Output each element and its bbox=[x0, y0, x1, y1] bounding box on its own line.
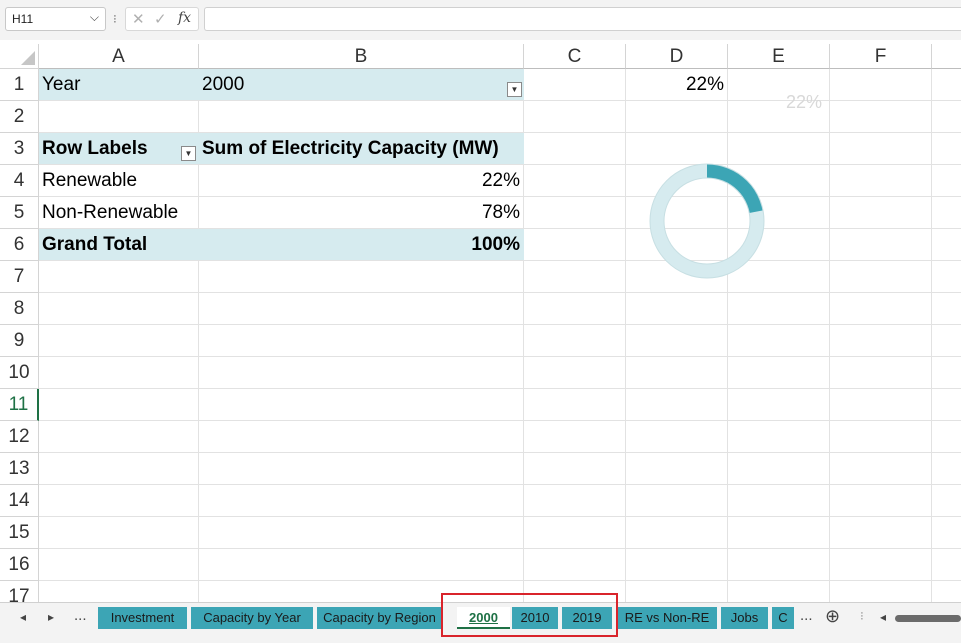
row-header[interactable]: 10 bbox=[0, 357, 39, 389]
column-header-b[interactable]: B bbox=[199, 44, 524, 69]
highlight-box bbox=[441, 593, 618, 637]
row-header[interactable]: 14 bbox=[0, 485, 39, 517]
pivot-row-label[interactable]: Non-Renewable bbox=[42, 197, 178, 229]
row-header[interactable]: 3 bbox=[0, 133, 39, 165]
row-header[interactable]: 7 bbox=[0, 261, 39, 293]
scroll-left-icon[interactable]: ◂ bbox=[880, 610, 886, 624]
pivot-row-value[interactable]: 22% bbox=[482, 165, 520, 197]
gridline bbox=[39, 100, 961, 101]
function-icon[interactable]: fx bbox=[178, 10, 191, 26]
chart-label: 22% bbox=[786, 92, 823, 112]
gridline bbox=[39, 420, 961, 421]
tab-partial[interactable]: C bbox=[772, 607, 794, 629]
more-tabs-left[interactable]: ... bbox=[74, 607, 87, 624]
gridline bbox=[39, 356, 961, 357]
tab-scroll-left-icon[interactable]: ◂ bbox=[20, 610, 26, 624]
row-header[interactable]: 17 bbox=[0, 581, 39, 602]
filter-icon[interactable]: ▼ bbox=[507, 82, 522, 97]
row-header-active[interactable]: 11 bbox=[0, 389, 39, 421]
enter-icon[interactable]: ✓ bbox=[154, 10, 167, 28]
gridline bbox=[39, 548, 961, 549]
row-header[interactable]: 16 bbox=[0, 549, 39, 581]
row-header[interactable]: 4 bbox=[0, 165, 39, 197]
add-sheet-icon[interactable]: ⊕ bbox=[825, 606, 840, 627]
more-tabs-right[interactable]: ... bbox=[800, 607, 813, 624]
tab-capacity-by-region[interactable]: Capacity by Region bbox=[317, 607, 442, 629]
pivot-row-label[interactable]: Renewable bbox=[42, 165, 137, 197]
pivot-filter-value[interactable]: 2000 bbox=[202, 69, 244, 101]
gridline bbox=[39, 580, 961, 581]
worksheet-grid[interactable]: A B C D E F 1 2 3 4 5 6 7 8 9 10 11 12 1… bbox=[0, 40, 961, 602]
cancel-icon[interactable]: ✕ bbox=[132, 10, 145, 28]
row-header[interactable]: 13 bbox=[0, 453, 39, 485]
tab-scroll-right-icon[interactable]: ▸ bbox=[48, 610, 54, 624]
gridline bbox=[39, 452, 961, 453]
row-header[interactable]: 12 bbox=[0, 421, 39, 453]
column-header-a[interactable]: A bbox=[39, 44, 199, 69]
gridline bbox=[39, 484, 961, 485]
tab-re-vs-non-re[interactable]: RE vs Non-RE bbox=[617, 607, 717, 629]
column-header-f[interactable]: F bbox=[830, 44, 932, 69]
name-box-value: H11 bbox=[12, 12, 34, 26]
gridline bbox=[39, 292, 961, 293]
column-header-g[interactable] bbox=[932, 44, 961, 69]
row-header[interactable]: 8 bbox=[0, 293, 39, 325]
formula-input[interactable] bbox=[204, 7, 961, 31]
gridline bbox=[931, 69, 932, 602]
formula-bar: H11 ⌵ ⁝ ✕ ✓ fx bbox=[0, 0, 961, 40]
donut-chart[interactable] bbox=[646, 160, 768, 282]
gridline bbox=[39, 324, 961, 325]
column-header-c[interactable]: C bbox=[524, 44, 626, 69]
pivot-value-header[interactable]: Sum of Electricity Capacity (MW) bbox=[202, 133, 499, 165]
pivot-filter-band bbox=[39, 69, 524, 100]
chevron-down-icon[interactable]: ⌵ bbox=[90, 10, 99, 25]
row-header[interactable]: 5 bbox=[0, 197, 39, 229]
column-header-e[interactable]: E bbox=[728, 44, 830, 69]
cell-d1-value[interactable]: 22% bbox=[686, 69, 724, 101]
gridline bbox=[625, 69, 626, 602]
row-header[interactable]: 2 bbox=[0, 101, 39, 133]
pivot-row-value[interactable]: 78% bbox=[482, 197, 520, 229]
horizontal-scrollbar[interactable] bbox=[895, 615, 961, 622]
column-header-d[interactable]: D bbox=[626, 44, 728, 69]
row-header[interactable]: 1 bbox=[0, 69, 39, 101]
tab-jobs[interactable]: Jobs bbox=[721, 607, 768, 629]
pivot-total-value[interactable]: 100% bbox=[471, 229, 520, 261]
dropdown-arrow-icon[interactable]: ▼ bbox=[181, 146, 196, 161]
row-header[interactable]: 15 bbox=[0, 517, 39, 549]
donut-inner-edge bbox=[663, 177, 751, 265]
select-all-corner[interactable] bbox=[0, 44, 39, 69]
gridline bbox=[727, 69, 728, 602]
gridline bbox=[829, 69, 830, 602]
pivot-total-label[interactable]: Grand Total bbox=[42, 229, 147, 261]
pivot-filter-label[interactable]: Year bbox=[42, 69, 80, 101]
formula-bar-separator: ⁝ bbox=[113, 12, 117, 26]
pivot-row-labels-header[interactable]: Row Labels bbox=[42, 133, 148, 165]
name-box[interactable]: H11 ⌵ bbox=[5, 7, 106, 31]
tab-investment[interactable]: Investment bbox=[98, 607, 187, 629]
donut-slice-renewable bbox=[706, 164, 763, 214]
row-header[interactable]: 6 bbox=[0, 229, 39, 261]
tab-bar-options[interactable]: ⁝ bbox=[860, 609, 864, 623]
gridline bbox=[39, 388, 961, 389]
formula-tools: ✕ ✓ fx bbox=[125, 7, 199, 31]
gridline bbox=[39, 516, 961, 517]
row-header[interactable]: 9 bbox=[0, 325, 39, 357]
tab-capacity-by-year[interactable]: Capacity by Year bbox=[191, 607, 313, 629]
